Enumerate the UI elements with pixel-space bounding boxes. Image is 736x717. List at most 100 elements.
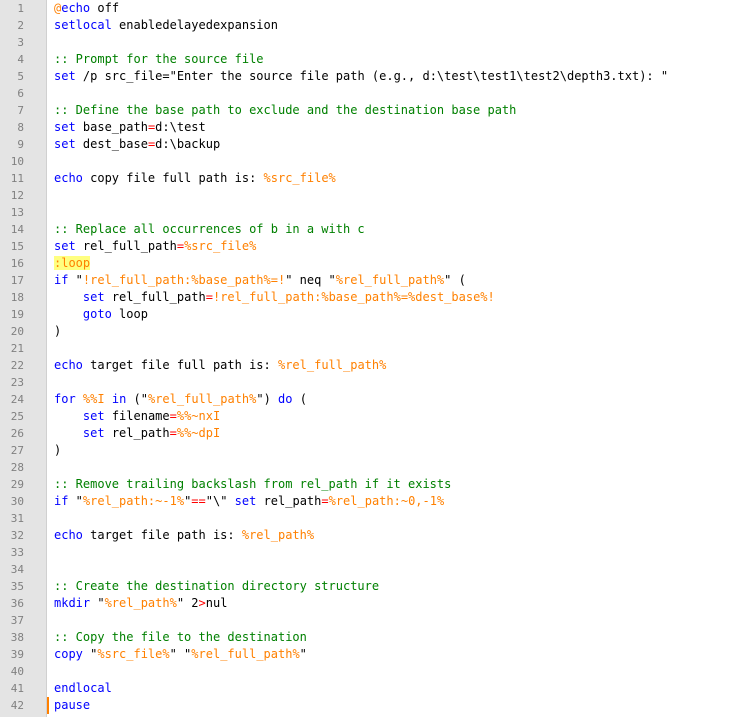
code-token: rel_full_path [75, 239, 177, 253]
code-token: enabledelayedexpansion [111, 18, 278, 32]
code-token: echo [54, 171, 83, 185]
code-line[interactable]: 33 [0, 544, 736, 561]
code-line[interactable]: 40 [0, 663, 736, 680]
code-token: in [111, 392, 127, 406]
code-line[interactable]: 35:: Create the destination directory st… [0, 578, 736, 595]
line-number: 17 [10, 274, 24, 287]
code-token: setlocal [54, 18, 112, 32]
code-token: goto [82, 307, 112, 321]
code-line[interactable]: 1 @echo off [0, 0, 736, 17]
code-line[interactable]: 8 set base_path=d:\test [0, 119, 736, 136]
code-line[interactable]: 7:: Define the base path to exclude and … [0, 102, 736, 119]
line-number: 35 [10, 580, 24, 593]
line-number: 8 [17, 121, 24, 134]
code-token: d:\backup [155, 137, 221, 151]
code-line[interactable]: 17 if "!rel_full_path:%base_path%=!" neq … [0, 272, 736, 289]
line-number: 12 [10, 189, 24, 202]
code-token: %%~nxI [176, 409, 221, 423]
code-line[interactable]: 30 if "%rel_path:~-1%"=="\" set rel_path=… [0, 493, 736, 510]
code-line[interactable]: 42 pause [0, 697, 736, 714]
line-number: 2 [17, 19, 24, 32]
code-token: echo [54, 358, 83, 372]
code-line[interactable]: 9 set dest_base=d:\backup [0, 136, 736, 153]
code-line[interactable]: 41 endlocal [0, 680, 736, 697]
code-line[interactable]: 31 [0, 510, 736, 527]
code-token: copy [54, 647, 83, 661]
code-line[interactable]: 3 [0, 34, 736, 51]
code-token: pause [54, 698, 91, 712]
code-line[interactable]: 2 setlocal enabledelayedexpansion [0, 17, 736, 34]
code-line[interactable]: 37 [0, 612, 736, 629]
code-text: setlocal enabledelayedexpansion [54, 17, 278, 34]
code-token: = [176, 239, 185, 253]
code-line[interactable]: 39 copy "%src_file%" "%rel_full_path%" [0, 646, 736, 663]
code-line[interactable]: 4:: Prompt for the source file [0, 51, 736, 68]
code-text: if "%rel_path:~-1%"=="\" set rel_path=%r… [54, 493, 444, 510]
code-text: for %%I in ("%rel_full_path%") do ( [54, 391, 307, 408]
line-number: 39 [10, 648, 24, 661]
code-token: filename [104, 409, 170, 423]
code-text: endlocal [54, 680, 112, 697]
code-line[interactable]: 26 set rel_path=%%~dpI [0, 425, 736, 442]
line-number: 33 [10, 546, 24, 559]
code-line[interactable]: 38:: Copy the file to the destination [0, 629, 736, 646]
code-token: set [54, 120, 76, 134]
code-line[interactable]: 16:loop [0, 255, 736, 272]
line-number: 26 [10, 427, 24, 440]
line-number: 19 [10, 308, 24, 321]
code-line[interactable]: 32 echo target file path is: %rel_path% [0, 527, 736, 544]
code-line[interactable]: 12 [0, 187, 736, 204]
code-line[interactable]: 34 [0, 561, 736, 578]
code-text: set rel_full_path=%src_file% [54, 238, 256, 255]
code-token: if [54, 273, 69, 287]
line-number: 15 [10, 240, 24, 253]
code-line[interactable]: 23 [0, 374, 736, 391]
code-line[interactable]: 20) [0, 323, 736, 340]
code-line[interactable]: 22 echo target file full path is: %rel_fu… [0, 357, 736, 374]
code-line[interactable]: 24 for %%I in ("%rel_full_path%") do ( [0, 391, 736, 408]
code-text: :loop [54, 255, 91, 272]
line-number: 10 [10, 155, 24, 168]
code-text: @echo off [54, 0, 119, 17]
code-token: " ( [444, 273, 466, 287]
line-number: 18 [10, 291, 24, 304]
code-token: do [278, 392, 293, 406]
code-token: %rel_path% [241, 528, 315, 542]
code-line[interactable]: 25 set filename=%%~nxI [0, 408, 736, 425]
code-token: %rel_full_path% [191, 647, 300, 661]
code-token: " neq " [285, 273, 336, 287]
code-line[interactable]: 21 [0, 340, 736, 357]
code-token: " 2 [176, 596, 199, 610]
code-line[interactable]: 5 set /p src_file="Enter the source file … [0, 68, 736, 85]
code-line[interactable]: 27) [0, 442, 736, 459]
code-token: for [54, 392, 76, 406]
line-number: 28 [10, 461, 24, 474]
code-line[interactable]: 11 echo copy file full path is: %src_file… [0, 170, 736, 187]
code-text: :: Prompt for the source file [54, 51, 264, 68]
code-token: copy file full path is: [82, 171, 264, 185]
code-line[interactable]: 29:: Remove trailing backslash from rel_… [0, 476, 736, 493]
line-number: 27 [10, 444, 24, 457]
code-token: = [169, 426, 177, 440]
code-line[interactable]: 13 [0, 204, 736, 221]
code-line[interactable]: 19 goto loop [0, 306, 736, 323]
code-line[interactable]: 14:: Replace all occurrences of b in a w… [0, 221, 736, 238]
code-text: set rel_full_path=!rel_full_path:%base_p… [54, 289, 495, 306]
code-text: ) [54, 323, 61, 340]
code-token: " [90, 596, 105, 610]
code-line[interactable]: 6 [0, 85, 736, 102]
code-line[interactable]: 28 [0, 459, 736, 476]
line-number: 6 [17, 87, 24, 100]
code-token: " [68, 494, 83, 508]
code-line[interactable]: 10 [0, 153, 736, 170]
code-line[interactable]: 36 mkdir "%rel_path%" 2>nul [0, 595, 736, 612]
code-line[interactable]: 15 set rel_full_path=%src_file% [0, 238, 736, 255]
code-token: off [90, 1, 120, 15]
line-number: 3 [17, 36, 24, 49]
line-number: 20 [10, 325, 24, 338]
code-line[interactable]: 18 set rel_full_path=!rel_full_path:%bas… [0, 289, 736, 306]
code-editor[interactable]: 1 @echo off 2 setlocal enabledelayedexpansi… [0, 0, 736, 717]
